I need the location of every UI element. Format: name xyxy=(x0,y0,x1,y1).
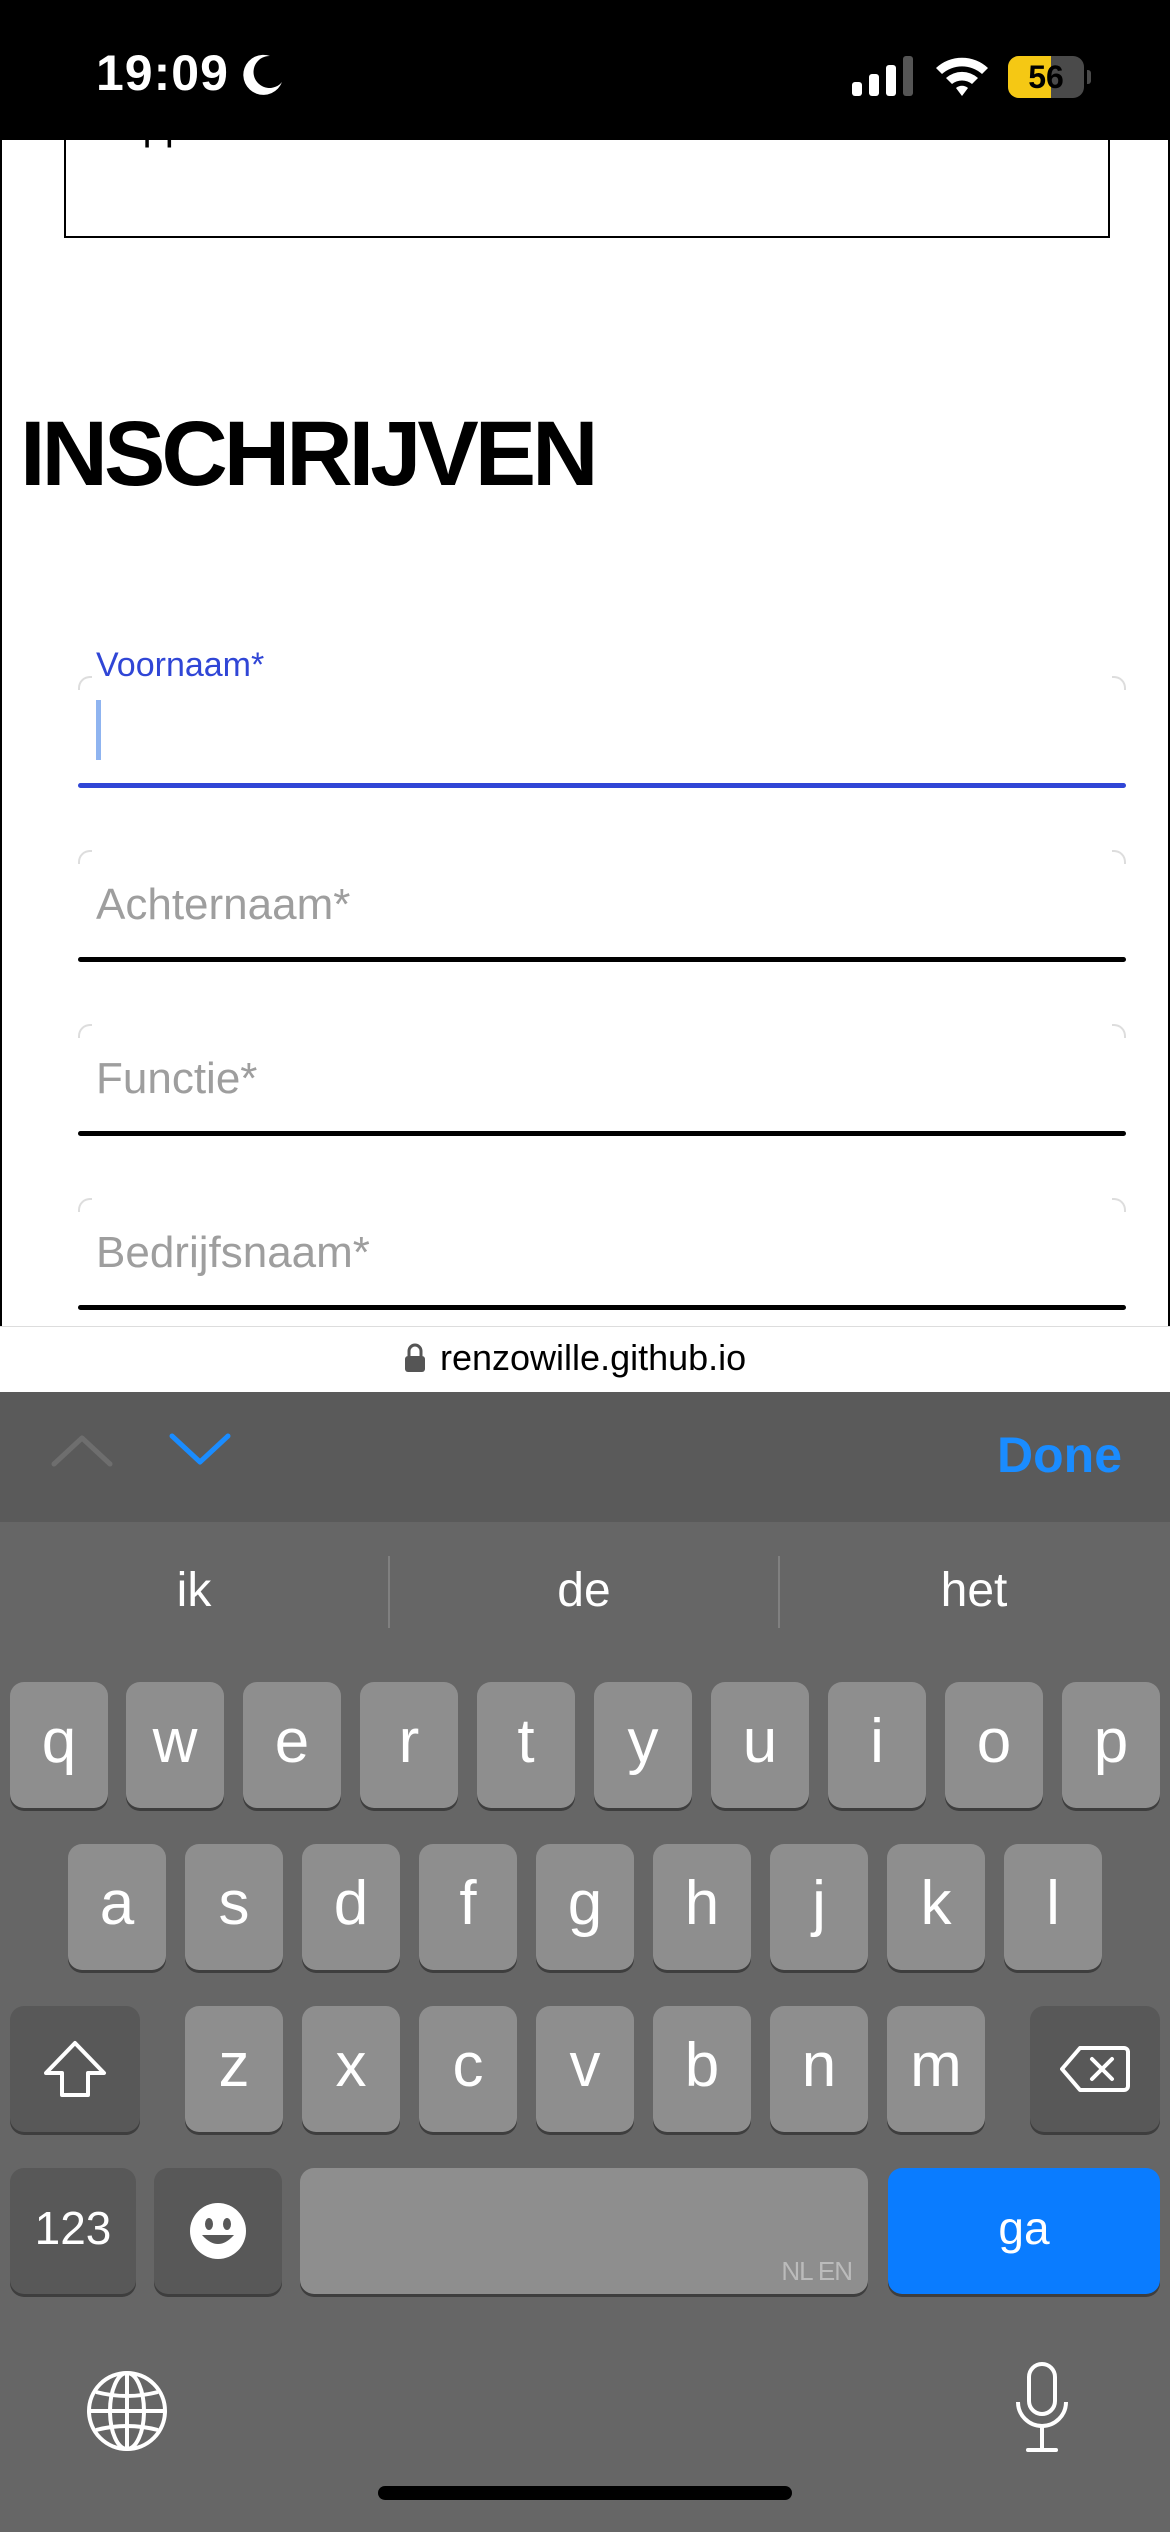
home-indicator xyxy=(378,2486,792,2500)
key-o[interactable]: o xyxy=(945,1682,1043,1808)
key-x[interactable]: x xyxy=(302,2006,400,2132)
url-domain[interactable]: renzowille.github.io xyxy=(440,1337,746,1379)
signal-icon xyxy=(852,56,913,96)
suggestion-item[interactable]: ik xyxy=(0,1522,388,1660)
key-p[interactable]: p xyxy=(1062,1682,1160,1808)
url-bar[interactable]: renzowille.github.io xyxy=(0,1326,1170,1392)
space-language-label: NL EN xyxy=(781,2256,853,2286)
backspace-key[interactable] xyxy=(1030,2006,1160,2132)
field-underline xyxy=(78,1305,1126,1310)
key-g[interactable]: g xyxy=(536,1844,634,1970)
company-name-placeholder: Bedrijfsnaam* xyxy=(96,1228,370,1277)
key-c[interactable]: c xyxy=(419,2006,517,2132)
key-b[interactable]: b xyxy=(653,2006,751,2132)
key-k[interactable]: k xyxy=(887,1844,985,1970)
key-e[interactable]: e xyxy=(243,1682,341,1808)
emoji-icon xyxy=(190,2203,246,2259)
suggestion-item[interactable]: het xyxy=(780,1522,1168,1660)
key-q[interactable]: q xyxy=(10,1682,108,1808)
key-l[interactable]: l xyxy=(1004,1844,1102,1970)
wifi-icon xyxy=(936,57,988,96)
key-u[interactable]: u xyxy=(711,1682,809,1808)
backspace-icon xyxy=(1060,2046,1130,2092)
chevron-up-icon[interactable] xyxy=(50,1428,114,1472)
key-z[interactable]: z xyxy=(185,2006,283,2132)
microphone-icon[interactable] xyxy=(1012,2362,1072,2454)
key-v[interactable]: v xyxy=(536,2006,634,2132)
field-underline xyxy=(78,783,1126,788)
globe-icon[interactable] xyxy=(86,2370,168,2452)
function-field[interactable]: Functie* xyxy=(78,1024,1126,1136)
last-name-placeholder: Achternaam* xyxy=(96,880,351,929)
company-name-field[interactable]: Bedrijfsnaam* xyxy=(78,1198,1126,1310)
field-underline xyxy=(78,1131,1126,1136)
done-button[interactable]: Done xyxy=(997,1426,1122,1484)
web-content[interactable]: App INSCHRIJVEN Voornaam* Achternaam* Fu… xyxy=(0,140,1170,1326)
emoji-key[interactable] xyxy=(154,2168,282,2294)
status-time: 19:09 xyxy=(96,45,229,101)
page-title: INSCHRIJVEN xyxy=(20,403,599,505)
key-a[interactable]: a xyxy=(68,1844,166,1970)
lock-icon xyxy=(405,1343,425,1372)
key-i[interactable]: i xyxy=(828,1682,926,1808)
suggestion-item[interactable]: de xyxy=(390,1522,778,1660)
shift-icon xyxy=(44,2041,106,2097)
function-placeholder: Functie* xyxy=(96,1054,258,1103)
key-j[interactable]: j xyxy=(770,1844,868,1970)
key-t[interactable]: t xyxy=(477,1682,575,1808)
key-d[interactable]: d xyxy=(302,1844,400,1970)
space-key[interactable]: NL EN xyxy=(300,2168,868,2294)
key-w[interactable]: w xyxy=(126,1682,224,1808)
keyboard-accessory-bar: Done xyxy=(0,1392,1170,1522)
chevron-down-icon[interactable] xyxy=(168,1428,232,1472)
key-m[interactable]: m xyxy=(887,2006,985,2132)
suggestion-bar: ik de het xyxy=(0,1522,1170,1660)
text-caret xyxy=(96,700,101,760)
battery-icon: 56 xyxy=(1008,56,1091,98)
previous-section-text: App xyxy=(116,140,187,149)
key-r[interactable]: r xyxy=(360,1682,458,1808)
status-bar: 19:09 56 xyxy=(0,0,1170,140)
key-f[interactable]: f xyxy=(419,1844,517,1970)
field-underline xyxy=(78,957,1126,962)
first-name-field[interactable]: Voornaam* xyxy=(78,646,1126,788)
shift-key[interactable] xyxy=(10,2006,140,2132)
numbers-key[interactable]: 123 xyxy=(10,2168,136,2294)
key-s[interactable]: s xyxy=(185,1844,283,1970)
keyboard: Done ik de het q w e r t y u i o p a s d… xyxy=(0,1392,1170,2532)
previous-section-box: App xyxy=(64,140,1110,238)
battery-percent: 56 xyxy=(1028,59,1064,95)
go-key[interactable]: ga xyxy=(888,2168,1160,2294)
moon-icon xyxy=(243,54,282,95)
key-y[interactable]: y xyxy=(594,1682,692,1808)
first-name-label: Voornaam* xyxy=(96,646,265,684)
key-n[interactable]: n xyxy=(770,2006,868,2132)
last-name-field[interactable]: Achternaam* xyxy=(78,850,1126,962)
key-h[interactable]: h xyxy=(653,1844,751,1970)
